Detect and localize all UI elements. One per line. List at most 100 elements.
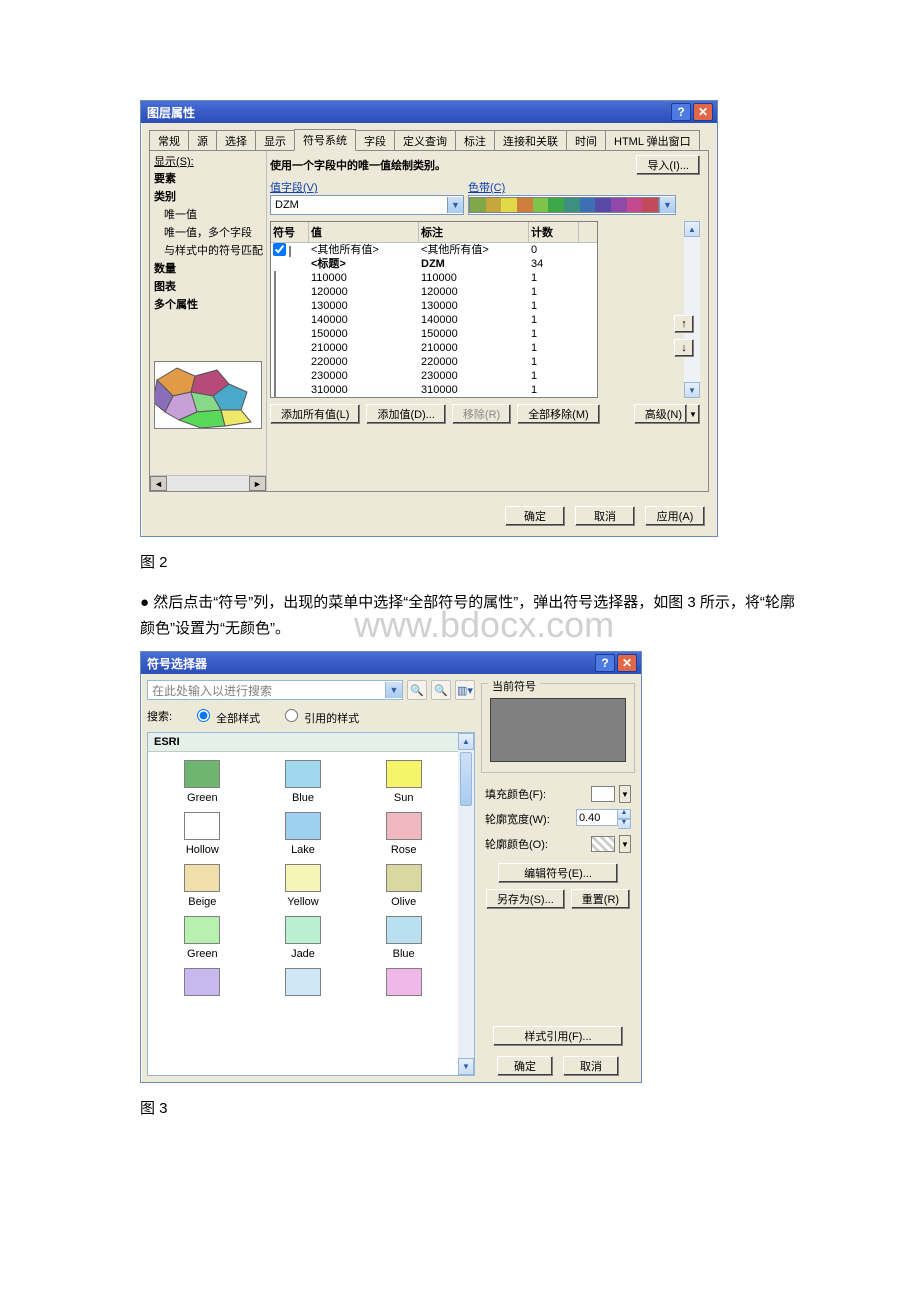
tab-5[interactable]: 字段: [355, 130, 395, 151]
value-field-select[interactable]: DZM ▼: [270, 195, 464, 215]
symbol-item[interactable]: Blue: [253, 760, 354, 804]
value-field-label[interactable]: 值字段(V): [270, 179, 462, 195]
tree-item[interactable]: 要素: [154, 169, 266, 187]
chevron-down-icon[interactable]: ▼: [619, 785, 631, 803]
table-row[interactable]: 2300002300001: [271, 369, 597, 383]
symbol-item[interactable]: [253, 968, 354, 1000]
tree-item[interactable]: 唯一值，多个字段: [154, 223, 266, 241]
outline-color-well[interactable]: [591, 836, 615, 852]
table-row[interactable]: <其他所有值><其他所有值>0: [271, 243, 597, 257]
scroll-down-icon[interactable]: ▼: [684, 382, 700, 398]
col-label[interactable]: 标注: [419, 222, 529, 242]
radio-all-styles[interactable]: 全部样式: [192, 706, 260, 726]
symbol-item[interactable]: Lake: [253, 812, 354, 856]
scroll-up-icon[interactable]: ▲: [458, 733, 474, 750]
import-button[interactable]: 导入(I)...: [636, 155, 700, 175]
symbol-item[interactable]: [152, 968, 253, 1000]
ok-button[interactable]: 确定: [497, 1056, 553, 1076]
symbology-grid[interactable]: 符号 值 标注 计数 <其他所有值><其他所有值>0<标题>DZM3411000…: [270, 221, 598, 398]
table-row[interactable]: 1200001200001: [271, 285, 597, 299]
move-down-button[interactable]: ↓: [674, 339, 694, 357]
help-icon[interactable]: ?: [671, 103, 691, 121]
tab-0[interactable]: 常规: [149, 130, 189, 151]
chevron-down-icon[interactable]: ▼: [659, 197, 675, 213]
cancel-button[interactable]: 取消: [563, 1056, 619, 1076]
chevron-down-icon[interactable]: ▼: [619, 835, 631, 853]
symbol-item[interactable]: Beige: [152, 864, 253, 908]
view-options-icon[interactable]: ▥▾: [455, 680, 475, 700]
search-input[interactable]: 在此处输入以进行搜索 ▼: [147, 680, 403, 700]
show-link[interactable]: 显示(S):: [154, 153, 266, 169]
symbol-item[interactable]: [353, 968, 454, 1000]
titlebar[interactable]: 图层属性 ? ✕: [141, 101, 717, 123]
table-row[interactable]: 1400001400001: [271, 313, 597, 327]
table-row[interactable]: 1500001500001: [271, 327, 597, 341]
chevron-down-icon[interactable]: ▼: [687, 404, 700, 424]
radio-referenced-styles[interactable]: 引用的样式: [280, 706, 359, 726]
tree-item[interactable]: 多个属性: [154, 295, 266, 313]
style-reference-button[interactable]: 样式引用(F)...: [493, 1026, 623, 1046]
tree-item[interactable]: 图表: [154, 277, 266, 295]
tab-2[interactable]: 选择: [216, 130, 256, 151]
symbol-item[interactable]: Jade: [253, 916, 354, 960]
fill-color-well[interactable]: [591, 786, 615, 802]
tree-item[interactable]: 类别: [154, 187, 266, 205]
symbol-list[interactable]: ESRI GreenBlueSunHollowLakeRoseBeigeYell…: [147, 732, 475, 1076]
close-icon[interactable]: ✕: [693, 103, 713, 121]
tab-6[interactable]: 定义查询: [394, 130, 456, 151]
help-icon[interactable]: ?: [595, 654, 615, 672]
scroll-down-icon[interactable]: ▼: [458, 1058, 474, 1075]
symbol-item[interactable]: Sun: [353, 760, 454, 804]
tab-10[interactable]: HTML 弹出窗口: [605, 130, 700, 151]
move-up-button[interactable]: ↑: [674, 315, 694, 333]
reset-button[interactable]: 重置(R): [571, 889, 630, 909]
chevron-down-icon[interactable]: ▼: [447, 197, 463, 213]
table-row[interactable]: 2200002200001: [271, 355, 597, 369]
scrollbar-thumb[interactable]: [460, 752, 472, 806]
symbol-item[interactable]: Olive: [353, 864, 454, 908]
tab-7[interactable]: 标注: [455, 130, 495, 151]
table-row[interactable]: 2100002100001: [271, 341, 597, 355]
tab-8[interactable]: 连接和关联: [494, 130, 567, 151]
tab-1[interactable]: 源: [188, 130, 217, 151]
spin-up-icon[interactable]: ▲: [618, 809, 631, 819]
tab-9[interactable]: 时间: [566, 130, 606, 151]
add-value-button[interactable]: 添加值(D)...: [366, 404, 445, 424]
tab-4[interactable]: 符号系统: [294, 129, 356, 151]
symbol-item[interactable]: Hollow: [152, 812, 253, 856]
advanced-button[interactable]: 高级(N) ▼: [634, 404, 700, 424]
add-all-values-button[interactable]: 添加所有值(L): [270, 404, 360, 424]
table-row[interactable]: 3100003100001: [271, 383, 597, 397]
scroll-left-icon[interactable]: ◄: [150, 476, 167, 491]
horizontal-scrollbar[interactable]: ◄ ►: [150, 475, 266, 491]
remove-all-button[interactable]: 全部移除(M): [517, 404, 600, 424]
table-row[interactable]: 1300001300001: [271, 299, 597, 313]
symbol-item[interactable]: Yellow: [253, 864, 354, 908]
col-count[interactable]: 计数: [529, 222, 579, 242]
vertical-scrollbar[interactable]: ▲ ▼: [684, 221, 700, 398]
chevron-down-icon[interactable]: ▼: [385, 682, 402, 698]
vertical-scrollbar[interactable]: ▲ ▼: [458, 733, 474, 1075]
ok-button[interactable]: 确定: [505, 506, 565, 526]
tree-item[interactable]: 唯一值: [154, 205, 266, 223]
outline-width-spinner[interactable]: ▲ ▼: [576, 809, 631, 829]
save-as-button[interactable]: 另存为(S)...: [486, 889, 565, 909]
titlebar[interactable]: 符号选择器 ? ✕: [141, 652, 641, 674]
color-ramp-label[interactable]: 色带(C): [468, 179, 676, 195]
scroll-right-icon[interactable]: ►: [249, 476, 266, 491]
apply-button[interactable]: 应用(A): [645, 506, 705, 526]
spin-down-icon[interactable]: ▼: [618, 819, 631, 829]
close-icon[interactable]: ✕: [617, 654, 637, 672]
table-row[interactable]: <标题>DZM34: [271, 257, 597, 271]
cancel-button[interactable]: 取消: [575, 506, 635, 526]
edit-symbol-button[interactable]: 编辑符号(E)...: [498, 863, 618, 883]
col-value[interactable]: 值: [309, 222, 419, 242]
symbol-item[interactable]: Green: [152, 916, 253, 960]
color-ramp-select[interactable]: ▼: [468, 195, 676, 215]
tab-3[interactable]: 显示: [255, 130, 295, 151]
zoom-in-icon[interactable]: 🔍: [407, 680, 427, 700]
zoom-reset-icon[interactable]: 🔍: [431, 680, 451, 700]
symbol-item[interactable]: Green: [152, 760, 253, 804]
symbol-item[interactable]: Rose: [353, 812, 454, 856]
table-row[interactable]: 1100001100001: [271, 271, 597, 285]
